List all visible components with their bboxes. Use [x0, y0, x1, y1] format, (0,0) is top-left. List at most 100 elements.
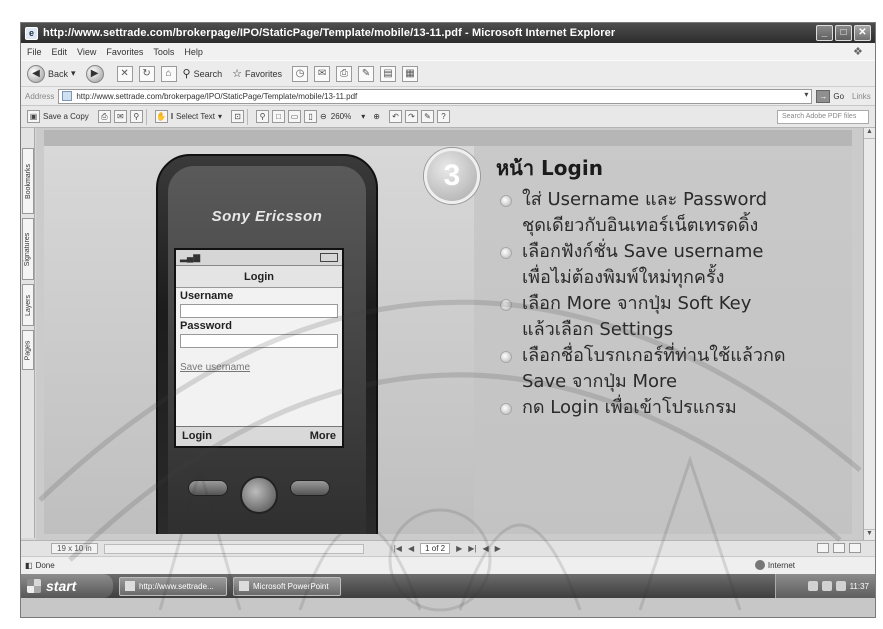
list-item-line: เลือกชื่อโบรกเกอร์ที่ท่านใช้แล้วกด: [522, 345, 786, 366]
print-icon[interactable]: ⎙: [336, 65, 353, 82]
zoom-icon[interactable]: ⚲: [256, 110, 270, 123]
zone-label: Internet: [767, 560, 795, 570]
single-page-icon[interactable]: [817, 543, 829, 553]
go-button[interactable]: → Go: [816, 89, 845, 103]
list-item: เลือกชื่อโบรกเกอร์ที่ท่านใช้แล้วกด Save …: [496, 343, 848, 395]
taskbar-item-browser[interactable]: http://www.settrade...: [119, 576, 227, 596]
search-icon: ⚲: [182, 68, 191, 80]
print-icon[interactable]: ⎙: [97, 110, 111, 123]
horizontal-scrollbar[interactable]: [103, 543, 364, 554]
scroll-down-icon[interactable]: ▼: [864, 529, 875, 540]
slide-heading: หน้า Login: [496, 156, 603, 180]
facing-icon[interactable]: [849, 543, 861, 553]
next-page-icon[interactable]: ▶: [456, 544, 462, 553]
ie-icon: [125, 581, 135, 591]
text-cursor-icon: I: [170, 112, 174, 121]
chevron-down-icon[interactable]: ▾: [804, 90, 808, 99]
language-icon[interactable]: [807, 581, 818, 591]
chevron-down-icon: ▾: [71, 68, 76, 78]
find-icon[interactable]: ⚲: [129, 110, 143, 123]
page-icon: [62, 91, 73, 101]
menu-edit[interactable]: Edit: [52, 47, 68, 57]
help-icon[interactable]: ?: [436, 110, 450, 123]
tab-bookmarks[interactable]: Bookmarks: [22, 148, 34, 214]
window-title: http://www.settrade.com/brokerpage/IPO/S…: [43, 27, 616, 39]
signal-icon: ▂▄▆: [180, 252, 201, 262]
volume-icon[interactable]: [821, 581, 832, 591]
history-icon[interactable]: ◷: [292, 65, 309, 82]
chevron-down-icon: ▾: [361, 112, 366, 121]
prev-page-icon[interactable]: ◀: [408, 544, 414, 553]
select-text-label: Select Text: [176, 112, 216, 121]
taskbar-item-powerpoint[interactable]: Microsoft PowerPoint: [233, 576, 341, 596]
rotate-right-icon[interactable]: ↷: [404, 110, 418, 123]
slide-header-band: [44, 130, 852, 146]
phone-illustration-panel: Sony Ericsson ▂▄▆ Login Username Passwor…: [44, 146, 474, 534]
edit-icon[interactable]: ✎: [358, 65, 375, 82]
favorites-button[interactable]: ☆ Favorites: [232, 67, 282, 80]
save-copy-button[interactable]: ▣ Save a Copy: [27, 110, 89, 123]
back-button[interactable]: ◀ Back ▾: [27, 64, 76, 83]
tab-signatures[interactable]: Signatures: [22, 218, 34, 280]
address-label: Address: [25, 91, 55, 101]
star-icon: ☆: [232, 68, 243, 80]
list-item-line: เพื่อไม่ต้องพิมพ์ใหม่ทุกครั้ง: [522, 267, 725, 288]
vertical-scrollbar[interactable]: ▲ ▼: [863, 128, 875, 540]
mail-icon[interactable]: ✉: [314, 65, 331, 82]
links-button[interactable]: Links: [852, 92, 871, 101]
back-view-icon[interactable]: ◀: [483, 544, 489, 553]
tab-pages[interactable]: Pages: [22, 330, 34, 370]
fit-width-icon[interactable]: ▯: [304, 110, 318, 123]
phone-navigation-key: [240, 476, 278, 514]
search-button[interactable]: ⚲ Search: [183, 67, 223, 80]
address-input[interactable]: http://www.settrade.com/brokerpage/IPO/S…: [58, 88, 813, 104]
menu-help[interactable]: Help: [184, 47, 203, 57]
network-icon[interactable]: [835, 581, 846, 591]
stop-icon[interactable]: ✕: [116, 65, 133, 82]
first-page-icon[interactable]: |◀: [394, 544, 402, 553]
tab-layers[interactable]: Layers: [22, 284, 34, 326]
status-text: Done: [35, 561, 55, 570]
list-item-line: ชุดเดียวกับอินเทอร์เน็ตเทรดดิ้ง: [522, 215, 759, 236]
refresh-icon[interactable]: ↻: [138, 65, 155, 82]
start-button[interactable]: start: [21, 574, 113, 598]
minimize-button[interactable]: _: [816, 25, 833, 41]
select-text-button[interactable]: I Select Text ▾: [171, 112, 222, 121]
address-bar: Address http://www.settrade.com/brokerpa…: [21, 86, 875, 105]
close-button[interactable]: ✕: [854, 25, 871, 41]
slide-page: Sony Ericsson ▂▄▆ Login Username Passwor…: [44, 130, 852, 534]
hand-tool-icon[interactable]: ✋: [154, 110, 168, 123]
fit-page-icon[interactable]: ▭: [288, 110, 302, 123]
menu-favorites[interactable]: Favorites: [106, 47, 143, 57]
pdf-document-area[interactable]: Sony Ericsson ▂▄▆ Login Username Passwor…: [36, 128, 865, 540]
zoom-select[interactable]: ⊖ 260% ▾ ⊕: [320, 112, 380, 121]
menu-tools[interactable]: Tools: [153, 47, 174, 57]
email-icon[interactable]: ✉: [113, 110, 127, 123]
pdf-search-input[interactable]: Search Adobe PDF files: [777, 110, 869, 124]
home-icon[interactable]: ⌂: [160, 65, 177, 82]
go-arrow-icon: →: [816, 89, 831, 103]
sign-icon[interactable]: ✎: [420, 110, 434, 123]
continuous-icon[interactable]: [833, 543, 845, 553]
save-copy-label: Save a Copy: [43, 112, 89, 121]
forward-button[interactable]: ▶: [85, 64, 107, 83]
list-item-line: กด Login เพื่อเข้าโปรแกรม: [522, 397, 737, 418]
maximize-button[interactable]: □: [835, 25, 852, 41]
rotate-left-icon[interactable]: ↶: [388, 110, 402, 123]
menu-file[interactable]: File: [27, 47, 42, 57]
scroll-up-icon[interactable]: ▲: [864, 128, 875, 139]
messenger-icon[interactable]: ▦: [402, 65, 419, 82]
menu-view[interactable]: View: [77, 47, 96, 57]
search-label: Search: [193, 68, 223, 79]
navigation-toolbar: ◀ Back ▾ ▶ ✕ ↻ ⌂ ⚲ Search ☆ Favorites ◷ …: [21, 60, 875, 86]
list-item-line: เลือก More จากปุ่ม Soft Key: [522, 293, 752, 314]
phone-left-key: [188, 480, 228, 496]
actual-size-icon[interactable]: □: [272, 110, 286, 123]
go-label: Go: [833, 91, 845, 101]
last-page-icon[interactable]: ▶|: [468, 544, 476, 553]
forward-view-icon[interactable]: ▶: [495, 544, 501, 553]
browser-window: e http://www.settrade.com/brokerpage/IPO…: [20, 22, 876, 618]
snapshot-icon[interactable]: ⊡: [231, 110, 245, 123]
discuss-icon[interactable]: ▤: [380, 65, 397, 82]
page-number[interactable]: 1 of 2: [420, 543, 451, 554]
